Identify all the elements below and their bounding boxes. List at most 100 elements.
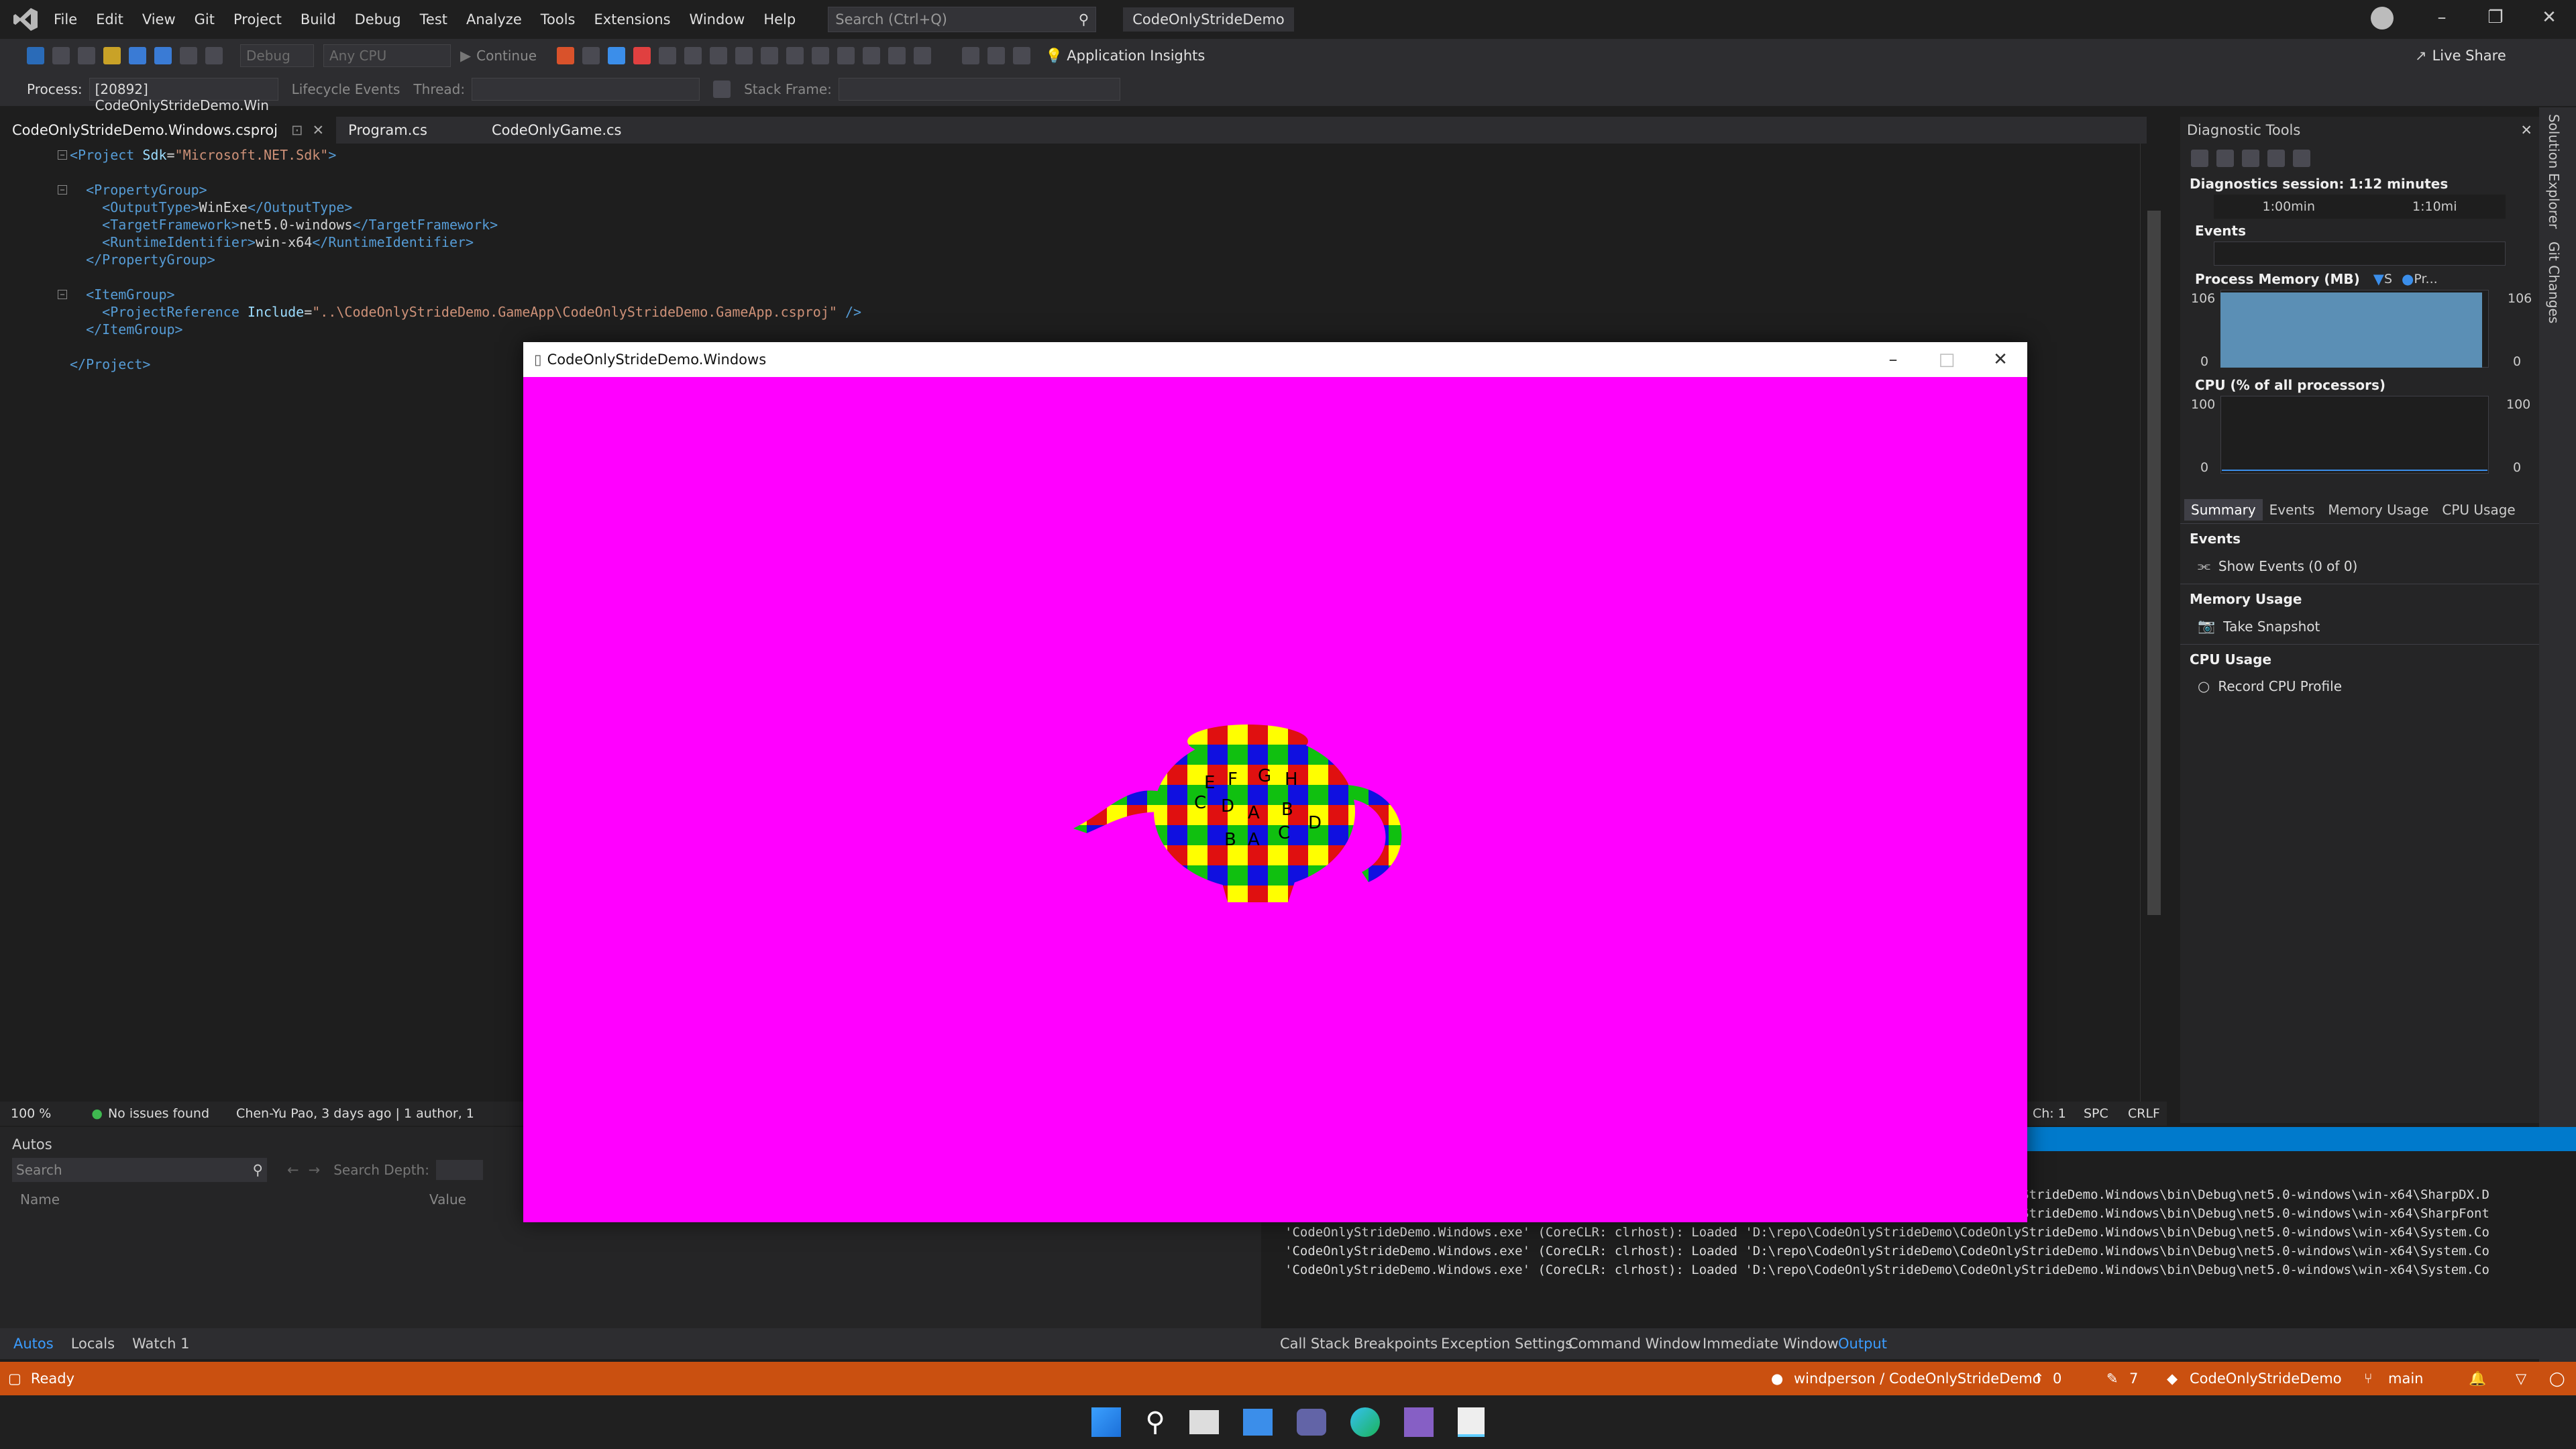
tab-output[interactable]: Output	[1838, 1336, 1887, 1352]
restart-icon[interactable]	[659, 47, 677, 64]
game-minimize-button[interactable]: –	[1866, 342, 1920, 377]
account-avatar[interactable]	[2371, 7, 2394, 30]
break-all-icon[interactable]	[608, 47, 626, 64]
timeline-ruler[interactable]: 1:00min 1:10mi	[2214, 195, 2506, 219]
repo-name[interactable]: windperson / CodeOnlyStrideDemo	[1794, 1371, 2041, 1387]
toolbar-misc-icon[interactable]	[888, 47, 906, 64]
stop-icon[interactable]	[633, 47, 651, 64]
game-close-button[interactable]: ✕	[1974, 342, 2027, 377]
zoom-out-icon[interactable]	[2267, 150, 2285, 167]
step-over-icon[interactable]	[684, 47, 702, 64]
back-icon[interactable]: ←	[287, 1162, 299, 1178]
tab-codeonlygame-cs[interactable]: CodeOnlyGame.cs	[480, 117, 634, 144]
tab-cpu-usage[interactable]: CPU Usage	[2435, 499, 2522, 521]
reset-view-icon[interactable]	[2293, 150, 2310, 167]
show-events-link[interactable]: ⫘ Show Events (0 of 0)	[2180, 553, 2539, 578]
hot-reload-icon[interactable]	[557, 47, 575, 64]
undo-icon[interactable]	[180, 47, 197, 64]
menu-debug[interactable]: Debug	[355, 11, 401, 28]
menu-git[interactable]: Git	[195, 11, 215, 28]
collapse-toggle[interactable]: −	[58, 290, 67, 299]
step-out-icon[interactable]	[735, 47, 753, 64]
code-line[interactable]: <TargetFramework>net5.0-windows</TargetF…	[70, 216, 498, 233]
search-depth-dropdown[interactable]	[435, 1160, 483, 1180]
filter-icon[interactable]	[713, 80, 731, 98]
solution-explorer-tab[interactable]: Solution Explorer	[2546, 114, 2562, 229]
toolbar-misc-icon[interactable]	[837, 47, 855, 64]
code-line[interactable]: <ItemGroup>	[70, 286, 174, 303]
maximize-button[interactable]: ❐	[2469, 0, 2522, 35]
toolbar-misc-icon[interactable]	[987, 47, 1006, 64]
game-maximize-button[interactable]: □	[1920, 342, 1974, 377]
menu-analyze[interactable]: Analyze	[466, 11, 522, 28]
tab-autos[interactable]: Autos	[13, 1336, 54, 1352]
menu-project[interactable]: Project	[233, 11, 282, 28]
step-into-icon[interactable]	[710, 47, 728, 64]
save-all-icon[interactable]	[154, 47, 172, 64]
task-view-icon[interactable]	[1189, 1410, 1219, 1434]
feedback-icon[interactable]: ▽	[2516, 1371, 2526, 1387]
tab-summary[interactable]: Summary	[2184, 499, 2263, 521]
record-cpu-button[interactable]: ○ Record CPU Profile	[2180, 674, 2539, 698]
open-icon[interactable]	[103, 47, 121, 64]
editor-vertical-scrollbar[interactable]	[2140, 144, 2167, 1102]
code-line[interactable]: </ItemGroup>	[70, 321, 183, 338]
issues-status[interactable]: No issues found	[108, 1106, 209, 1121]
chat-icon[interactable]	[1296, 1409, 1326, 1436]
notification-icon[interactable]: 🔔	[2469, 1371, 2486, 1387]
scrollbar-thumb[interactable]	[2147, 211, 2161, 915]
visual-studio-icon[interactable]	[1403, 1407, 1434, 1437]
autos-search-input[interactable]: Search ⚲	[12, 1158, 267, 1182]
git-changes-tab[interactable]: Git Changes	[2546, 241, 2562, 323]
menu-file[interactable]: File	[54, 11, 77, 28]
edge-icon[interactable]	[1350, 1407, 1380, 1437]
menu-tools[interactable]: Tools	[541, 11, 576, 28]
save-icon[interactable]	[129, 47, 146, 64]
col-value-header[interactable]: Value	[429, 1191, 466, 1208]
start-icon[interactable]	[1091, 1407, 1122, 1437]
tab-breakpoints[interactable]: Breakpoints	[1354, 1336, 1438, 1352]
tab-watch1[interactable]: Watch 1	[132, 1336, 189, 1352]
menu-view[interactable]: View	[142, 11, 176, 28]
redo-icon[interactable]	[205, 47, 223, 64]
menu-window[interactable]: Window	[690, 11, 745, 28]
live-share-button[interactable]: ↗ Live Share	[2415, 48, 2506, 64]
configuration-dropdown[interactable]: Debug	[240, 44, 314, 67]
menu-help[interactable]: Help	[763, 11, 796, 28]
toolbar-misc-icon[interactable]	[812, 47, 830, 64]
git-blame[interactable]: Chen-Yu Pao, 3 days ago | 1 author, 1	[236, 1106, 474, 1121]
toolbar-misc-icon[interactable]	[761, 47, 779, 64]
pin-icon[interactable]: ⊡	[291, 122, 303, 138]
menu-extensions[interactable]: Extensions	[594, 11, 670, 28]
toolbar-misc-icon[interactable]	[1013, 47, 1031, 64]
process-dropdown[interactable]: [20892] CodeOnlyStrideDemo.Win	[89, 78, 278, 113]
take-snapshot-button[interactable]: 📷 Take Snapshot	[2180, 614, 2539, 639]
copilot-icon[interactable]: ◯	[2549, 1371, 2565, 1387]
back-icon[interactable]	[27, 47, 44, 64]
panel-close-icon[interactable]: ✕	[2520, 122, 2532, 138]
line-ending-indicator[interactable]: CRLF	[2128, 1106, 2160, 1121]
new-project-icon[interactable]	[78, 47, 95, 64]
widgets-icon[interactable]	[1242, 1409, 1273, 1436]
tab-program-cs[interactable]: Program.cs	[336, 117, 439, 144]
continue-button[interactable]: Continue	[476, 48, 537, 64]
app-window-icon[interactable]	[1457, 1407, 1485, 1437]
search-box[interactable]: Search (Ctrl+Q) ⚲	[828, 7, 1097, 32]
code-line[interactable]: </PropertyGroup>	[70, 251, 215, 268]
changes-count[interactable]: 7	[2129, 1371, 2138, 1387]
thread-dropdown[interactable]	[472, 78, 700, 101]
close-icon[interactable]: ✕	[313, 122, 325, 138]
tab-command-window[interactable]: Command Window	[1568, 1336, 1701, 1352]
bookmark-icon[interactable]	[962, 47, 980, 64]
col-name-header[interactable]: Name	[20, 1191, 429, 1208]
stack-frame-dropdown[interactable]	[838, 78, 1120, 101]
game-window[interactable]: ▯ CodeOnlyStrideDemo.Windows – □ ✕ EFGH C…	[523, 342, 2027, 1222]
code-line[interactable]: <ProjectReference Include="..\CodeOnlySt…	[70, 303, 861, 321]
screenshot-icon[interactable]	[582, 47, 600, 64]
collapse-toggle[interactable]: −	[58, 150, 67, 160]
tab-events[interactable]: Events	[2263, 499, 2322, 521]
project-name[interactable]: CodeOnlyStrideDemo	[2190, 1371, 2342, 1387]
tab-call-stack[interactable]: Call Stack	[1280, 1336, 1350, 1352]
toolbar-misc-icon[interactable]	[863, 47, 881, 64]
push-count[interactable]: 0	[2053, 1371, 2061, 1387]
